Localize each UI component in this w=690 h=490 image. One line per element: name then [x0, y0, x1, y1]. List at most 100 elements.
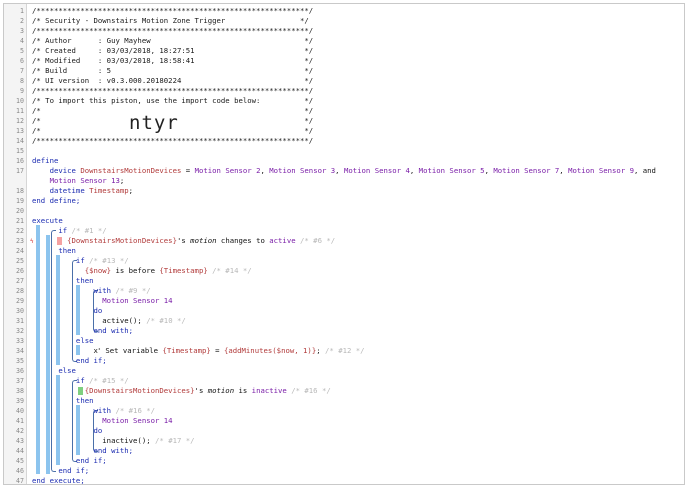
line-number: 19	[16, 197, 24, 205]
line-number: 33	[16, 337, 24, 345]
code-token: then	[32, 396, 94, 405]
code-token: Motion Sensor 13	[32, 176, 120, 185]
code-line: 5 /* Created : 03/03/2018, 18:27:51 */	[4, 46, 684, 56]
line-number: 46	[16, 467, 24, 475]
code-line: 47 end execute;	[4, 476, 684, 484]
code-token: /***************************************…	[32, 136, 314, 145]
code-token: /* #6 */	[295, 236, 336, 245]
code-text: then	[32, 246, 76, 256]
code-text: /* Modified : 03/03/2018, 18:58:41 */	[32, 56, 313, 66]
code-token: ,	[335, 166, 344, 175]
code-token: do	[32, 426, 103, 435]
line-number: 42	[16, 427, 24, 435]
line-number: 6	[20, 57, 24, 65]
line-number: 34	[16, 347, 24, 355]
code-token: Motion Sensor 9	[568, 166, 634, 175]
code-token: {addMinutes($now, 1)}	[223, 346, 317, 355]
code-token: /* Author : Guy Mayhew */	[32, 36, 314, 45]
code-line: 9 /**************************************…	[4, 86, 684, 96]
line-number: 5	[20, 47, 24, 55]
line-number: 25	[16, 257, 24, 265]
code-token: /* #14 */	[207, 266, 252, 275]
line-number: 7	[20, 67, 24, 75]
code-token: else	[32, 366, 76, 375]
code-token: execute	[32, 216, 63, 225]
code-token: Motion Sensor 7	[493, 166, 560, 175]
code-token: /* #16 */	[286, 386, 331, 395]
code-token: if	[32, 226, 72, 235]
code-text: end if;	[32, 456, 107, 466]
code-token: ,	[559, 166, 569, 175]
code-text: define	[32, 156, 58, 166]
line-number: 45	[16, 457, 24, 465]
code-line: 28 with /* #9 */	[4, 286, 684, 296]
code-line: 27 then	[4, 276, 684, 286]
code-line: 21 execute	[4, 216, 684, 226]
code-token: is	[234, 386, 252, 395]
code-token: /* To import this piston, use the import…	[32, 96, 314, 105]
line-number: 24	[16, 247, 24, 255]
code-text: datetime Timestamp;	[32, 186, 134, 196]
code-line: 19 end define;	[4, 196, 684, 206]
code-line: 40 with /* #16 */	[4, 406, 684, 416]
line-number: 9	[20, 87, 24, 95]
code-text: end with;	[32, 326, 134, 336]
code-token: /* UI version : v0.3.000.20180224 */	[32, 76, 314, 85]
code-token: /* #15 */	[89, 376, 129, 385]
code-text: {DownstairsMotionDevices}'s motion is in…	[32, 386, 331, 396]
import-code: ntyr	[129, 112, 179, 134]
code-line: 36 else	[4, 366, 684, 376]
code-token: /* #10 */	[146, 316, 186, 325]
code-token: /* Created : 03/03/2018, 18:27:51 */	[32, 46, 314, 55]
code-token: active	[269, 236, 296, 245]
code-token: end define;	[32, 196, 81, 205]
code-line: 13/* */	[4, 126, 684, 136]
code-text: else	[32, 336, 94, 346]
code-token: ;	[316, 346, 326, 355]
code-line: 14 /*************************************…	[4, 136, 684, 146]
code-token: Motion Sensor 14	[32, 416, 173, 425]
code-token: then	[32, 276, 94, 285]
code-token: {DownstairsMotionDevices}	[32, 386, 195, 395]
line-number: 32	[16, 327, 24, 335]
code-token: is before	[111, 266, 160, 275]
code-line: 2 /* Security - Downstairs Motion Zone Tr…	[4, 16, 684, 26]
code-token: /* Modified : 03/03/2018, 18:58:41 */	[32, 56, 314, 65]
line-number: 20	[16, 207, 24, 215]
code-text: /* Security - Downstairs Motion Zone Tri…	[32, 16, 309, 26]
code-line: 8 /* UI version : v0.3.000.20180224 */	[4, 76, 684, 86]
line-number: 10	[16, 97, 24, 105]
code-line: 11/* */	[4, 106, 684, 116]
code-token: {DownstairsMotionDevices}	[32, 236, 177, 245]
code-text: end with;	[32, 446, 134, 456]
code-token: /***************************************…	[32, 6, 314, 15]
line-number: 18	[16, 187, 24, 195]
code-token: =	[181, 166, 195, 175]
code-line: 31 active(); /* #10 */	[4, 316, 684, 326]
code-line: 42 do	[4, 426, 684, 436]
code-token: ;	[119, 176, 125, 185]
code-line: 24 then	[4, 246, 684, 256]
code-token: /* Build : 5 */	[32, 66, 314, 75]
code-line: 7 /* Build : 5 */	[4, 66, 684, 76]
code-text: Motion Sensor 13;	[32, 176, 125, 186]
code-line: 32 end with;	[4, 326, 684, 336]
code-line: 4 /* Author : Guy Mayhew */	[4, 36, 684, 46]
line-number: 14	[16, 137, 24, 145]
code-text: /* To import this piston, use the import…	[32, 96, 313, 106]
line-number: 17	[16, 167, 24, 175]
code-text: if /* #13 */	[32, 256, 129, 266]
code-line: 35 end if;	[4, 356, 684, 366]
line-number: 26	[16, 267, 24, 275]
code-text: with /* #9 */	[32, 286, 151, 296]
code-text: end execute;	[32, 476, 85, 484]
code-text: execute	[32, 216, 63, 226]
code-line: 15	[4, 146, 684, 156]
code-token: inactive	[251, 386, 287, 395]
code-line: 1 /**************************************…	[4, 6, 684, 16]
code-token: if	[32, 376, 90, 385]
line-number: 23	[16, 237, 24, 245]
code-line: 33 else	[4, 336, 684, 346]
code-token: 's	[176, 236, 191, 245]
code-token: /* #16 */	[115, 406, 156, 415]
